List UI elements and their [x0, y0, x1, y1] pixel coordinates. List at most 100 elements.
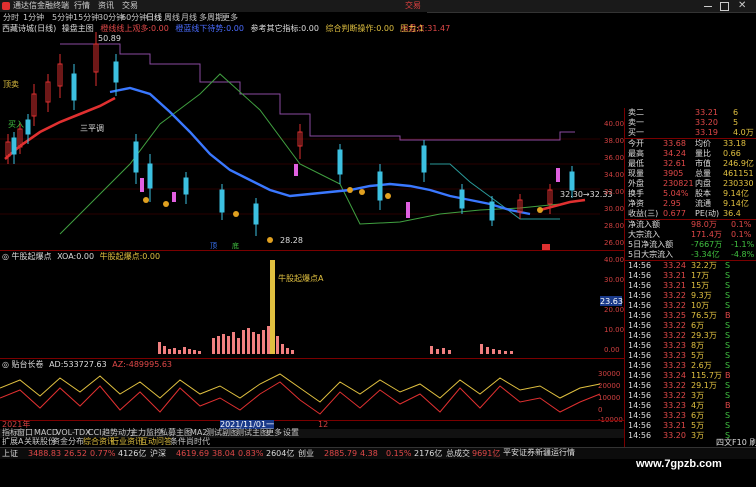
stat-value: 0.66: [723, 149, 741, 158]
tick-row: 14:56 33.22 3万 S: [625, 391, 756, 401]
tab-info[interactable]: 行业资讯: [111, 437, 143, 447]
index-value: 4619.69: [176, 449, 210, 458]
watermark: www.7gpzb.com: [636, 458, 722, 470]
tick-time: 14:56: [628, 421, 652, 430]
axis-tick: 20.00: [604, 306, 625, 314]
maximize-icon[interactable]: [720, 2, 729, 11]
tick-time: 14:56: [628, 391, 652, 400]
tick-price: 33.25: [663, 311, 686, 320]
tick-time: 14:56: [628, 311, 652, 320]
tick-price: 33.22: [663, 331, 686, 340]
tick-row: 14:56 33.24 32.2万 S: [625, 261, 756, 271]
stat-key: 最高: [628, 149, 644, 158]
index-value: 3488.83: [28, 449, 62, 458]
tick-time: 14:56: [628, 431, 652, 440]
stat-value: 230821: [663, 179, 694, 188]
flow-value: -3.34亿: [691, 250, 720, 259]
index-amount: 2176亿: [414, 449, 443, 458]
tab-indicator[interactable]: 测试副图: [206, 428, 238, 438]
tick-list: 14:56 33.24 32.2万 S 14:56 33.21 17万 S 14:56 33.21…: [625, 260, 756, 441]
tick-price: 33.23: [663, 411, 686, 420]
top-sell-tag: 顶卖: [3, 80, 19, 89]
tab-indicator[interactable]: 测试主图: [236, 428, 268, 438]
app-title: 通达信金融终端: [13, 1, 69, 10]
tick-side: S: [725, 271, 731, 280]
flow-row: 5日大宗流入 -3.34亿 -4.8%: [625, 250, 756, 260]
tick-row: 14:56 33.22 29.1万 S: [625, 381, 756, 391]
tab-info[interactable]: 资金分布: [52, 437, 84, 447]
tick-side: B: [725, 311, 731, 320]
tick-price: 33.24: [663, 261, 686, 270]
index-name: 上证: [2, 449, 18, 458]
tick-price: 33.21: [663, 281, 686, 290]
window-controls[interactable]: ✕: [700, 0, 752, 11]
stat-key: 今开: [628, 139, 644, 148]
stat-row: 换手 5.04% 股本 9.14亿: [625, 189, 756, 199]
tick-side: S: [725, 351, 731, 360]
orderbook-volume: 5: [733, 118, 739, 127]
tick-side: S: [725, 361, 731, 370]
axis-tick: 0: [598, 406, 603, 414]
tick-row: 14:56 33.23 2.6万 S: [625, 361, 756, 371]
tick-side: B: [725, 371, 731, 380]
low-price-label: 28.28: [280, 236, 303, 245]
menu-trade[interactable]: 交易: [122, 0, 138, 12]
flow-row: 大宗流入 171.4万 0.1%: [625, 230, 756, 240]
tick-time: 14:56: [628, 361, 652, 370]
stat-value: 33.18: [723, 139, 746, 148]
tick-volume: 10万: [691, 301, 710, 310]
tick-volume: 5万: [691, 421, 705, 430]
tab-info[interactable]: 互动问答: [140, 437, 172, 447]
tab-indicator[interactable]: 设置: [283, 428, 299, 438]
tick-side: S: [725, 321, 731, 330]
orderbook-label: 卖一: [628, 118, 644, 127]
tick-time: 14:56: [628, 281, 652, 290]
axis-tick: 30.00: [604, 276, 625, 284]
orderbook-row: 卖二 33.21 6: [625, 108, 756, 118]
tick-row: 14:56 33.21 15万 S: [625, 281, 756, 291]
flow-key: 5日大宗流入: [628, 250, 674, 259]
stat-value: 33.68: [663, 139, 686, 148]
tick-side: S: [725, 381, 731, 390]
stat-row: 收益(三) 0.677 PE(动) 36.4: [625, 209, 756, 219]
axis-tick: 20000: [598, 382, 621, 390]
bottom-tag: 顶: [210, 242, 217, 250]
stats-grid: 今开 33.68 均价 33.18 最高 34.24 量比 0.66 最低 32.61 市值 246.…: [625, 138, 756, 219]
stat-row: 最高 34.24 量比 0.66: [625, 149, 756, 159]
az-line: [0, 381, 601, 415]
tick-price: 33.21: [663, 271, 686, 280]
tick-row: 14:56 33.22 9.3万 S: [625, 291, 756, 301]
tick-side: S: [725, 281, 731, 290]
minimize-icon[interactable]: [704, 6, 712, 7]
tab-indicator[interactable]: 更多: [266, 428, 282, 438]
tab-info[interactable]: 扩展A: [2, 437, 23, 447]
axis-tick: 38.00: [604, 137, 625, 145]
index-value: 9691亿: [472, 449, 501, 458]
tick-side: B: [725, 401, 731, 410]
tick-row: 14:56 33.25 76.5万 B: [625, 311, 756, 321]
tick-volume: 5万: [691, 351, 705, 360]
stat-row: 最低 32.61 市值 246.9亿: [625, 159, 756, 169]
flow-value: 98.0万: [691, 220, 717, 229]
index-amount: 2604亿: [266, 449, 295, 458]
tick-row: 14:56 33.23 8万 S: [625, 341, 756, 351]
tick-volume: 3万: [691, 431, 705, 440]
index-change: 4.38: [360, 449, 378, 458]
menu-quotes[interactable]: 行情: [74, 0, 90, 12]
index-percent: 0.83%: [238, 449, 264, 458]
axis-tick: 10000: [598, 394, 621, 402]
close-icon[interactable]: ✕: [738, 0, 746, 11]
tick-price: 33.21: [663, 421, 686, 430]
stat-key: 均价: [695, 139, 711, 148]
axis-tick: 30000: [598, 370, 621, 378]
menu-news[interactable]: 资讯: [98, 0, 114, 12]
stat-row: 外盘 230821 内盘 230330: [625, 179, 756, 189]
stat-value: 5.04%: [663, 189, 689, 198]
tick-price: 33.23: [663, 341, 686, 350]
broker-label: 平安证券新疆运行情: [503, 448, 575, 457]
tick-side: S: [725, 261, 731, 270]
tick-time: 14:56: [628, 351, 652, 360]
tab-info[interactable]: 条件尚时代: [170, 437, 210, 447]
trade-link[interactable]: 交易: [405, 0, 421, 12]
tick-price: 33.22: [663, 291, 686, 300]
